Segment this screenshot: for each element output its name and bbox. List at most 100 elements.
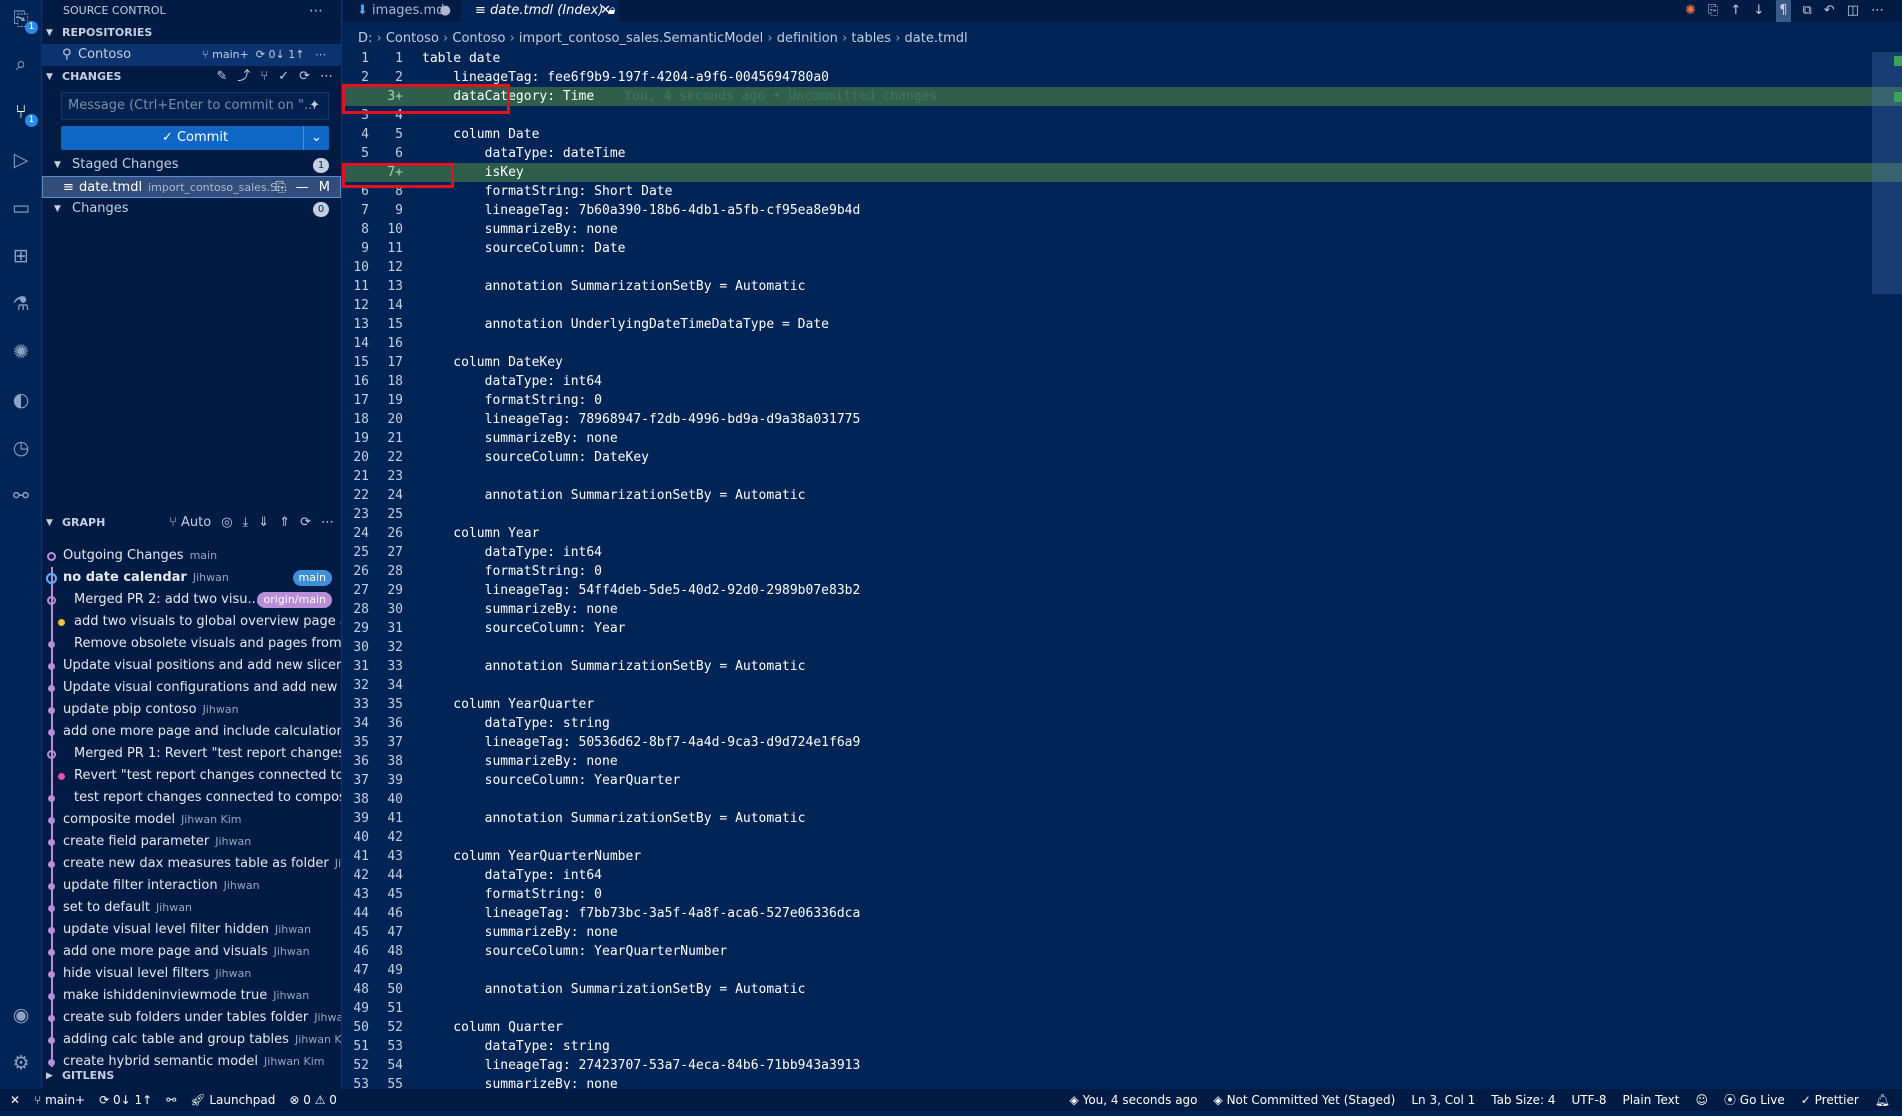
graph-commit-row[interactable]: Revert "test report changes connected to… [42,765,341,787]
remote-icon[interactable]: ✕ [10,1089,20,1111]
code-line[interactable]: 19 21 summarizeBy: none [343,429,1902,448]
tab-size[interactable]: Tab Size: 4 [1491,1089,1555,1111]
graph-commit-row[interactable]: no date calendar Jihwan main [42,567,341,589]
notifications-icon[interactable]: 🔔︎ [1875,1089,1890,1111]
graph-commit-row[interactable]: make ishiddeninviewmode true Jihwan [42,985,341,1007]
copilot-icon[interactable]: ✺ [6,337,36,367]
code-line[interactable]: 48 50 annotation SummarizationSetBy = Aut… [343,980,1902,999]
commit-dropdown-chevron-icon[interactable]: ⌄ [303,126,329,150]
code-line[interactable]: 52 54 lineageTag: 27423707-53a7-4eca-84b6… [343,1056,1902,1075]
code-line[interactable]: 49 51 [343,999,1902,1018]
previous-change-icon[interactable]: ↑ [1730,0,1741,22]
pull-icon[interactable]: ⇓ [258,512,269,534]
code-line[interactable]: 15 17 column DateKey [343,353,1902,372]
open-file-icon[interactable]: ⎘ [275,177,285,199]
breadcrumb-item[interactable]: tables [851,31,891,46]
breadcrumb-item[interactable]: Contoso [386,31,439,46]
code-line[interactable]: 42 44 dataType: int64 [343,866,1902,885]
staged-changes-group[interactable]: ▼ Staged Changes 1 [42,154,341,176]
code-line[interactable]: 25 27 dataType: int64 [343,543,1902,562]
changes-group[interactable]: ▼ Changes 0 [42,198,341,220]
copilot-icon[interactable]: ✺ [1685,0,1696,22]
code-line[interactable]: 47 49 [343,961,1902,980]
more-actions-icon[interactable]: ⋯ [1871,0,1884,22]
more-actions-icon[interactable]: ⋯ [320,66,333,88]
sparkle-icon[interactable]: ✎ [216,66,227,88]
graph-commit-row[interactable]: Remove obsolete visuals and pages from .… [42,633,341,655]
graph-commit-row[interactable]: hide visual level filters Jihwan [42,963,341,985]
whitespace-toggle-icon[interactable]: ¶ [1776,0,1791,22]
code-line[interactable]: 30 32 [343,638,1902,657]
prettier-button[interactable]: ✓ Prettier [1801,1089,1859,1111]
code-line[interactable]: 46 48 sourceColumn: YearQuarterNumber [343,942,1902,961]
search-icon[interactable]: ⌕ [6,49,36,79]
code-line[interactable]: 12 14 [343,296,1902,315]
code-line[interactable]: 24 26 column Year [343,524,1902,543]
gitlens-section-header[interactable]: ▶ GITLENS [42,1065,341,1087]
split-editor-icon[interactable]: ◫ [1847,0,1859,22]
graph-commit-row[interactable]: Merged PR 2: add two visu... origin/main [42,589,341,611]
gitlens-icon[interactable]: ⚯ [166,1089,176,1111]
git-history-icon[interactable]: ◷ [6,433,36,463]
code-line[interactable]: 20 22 sourceColumn: DateKey [343,448,1902,467]
code-line[interactable]: 34 [343,106,1902,125]
code-line[interactable]: 22 24 annotation SummarizationSetBy = Aut… [343,486,1902,505]
source-control-icon[interactable]: ⑂ 1 [6,97,38,127]
code-line[interactable]: 40 42 [343,828,1902,847]
status-blame[interactable]: ◈ You, 4 seconds ago [1070,1089,1198,1111]
refresh-icon[interactable]: ⟳ [300,512,311,534]
breadcrumb-item[interactable]: import_contoso_sales.SemanticModel [519,31,763,46]
code-line[interactable]: 41 43 column YearQuarterNumber [343,847,1902,866]
graph-commit-row[interactable]: composite model Jihwan Kim [42,809,341,831]
code-line[interactable]: 13 15 annotation UnderlyingDateTimeDataTy… [343,315,1902,334]
code-line[interactable]: 68 formatString: Short Date [343,182,1902,201]
repositories-section-header[interactable]: ▼ REPOSITORIES [42,22,341,44]
code-line[interactable]: 1 1 table date [343,49,1902,68]
breadcrumb-item[interactable]: Contoso [452,31,505,46]
gitlens-icon[interactable]: ◐ [6,385,36,415]
language-mode[interactable]: Plain Text [1622,1089,1679,1111]
graph-section-header[interactable]: ▼ GRAPH ⑂ Auto ◎ ⤓ ⇓ ⇑ ⟳ ⋯ [42,512,341,534]
repo-branch[interactable]: ⑂ main+ ⟳ 0↓ 1↑ ⋯ [202,44,326,66]
code-line[interactable]: 37 39 sourceColumn: YearQuarter [343,771,1902,790]
graph-commit-row[interactable]: adding calc table and group tables Jihwan… [42,1029,341,1051]
close-icon[interactable]: ✕ [600,0,611,22]
branch-ref-badge[interactable]: main [292,570,332,586]
graph-commit-row[interactable]: test report changes connected to compos.… [42,787,341,809]
refresh-icon[interactable]: ⟳ [299,66,310,88]
next-change-icon[interactable]: ↓ [1753,0,1764,22]
code-line[interactable]: 28 30 summarizeBy: none [343,600,1902,619]
breadcrumb-item[interactable]: definition [777,31,838,46]
testing-icon[interactable]: ⚗ [6,289,36,319]
graph-commit-row[interactable]: set to default Jihwan [42,897,341,919]
code-line[interactable]: 10 12 [343,258,1902,277]
branch-icon[interactable]: ⑂ [260,66,268,88]
go-back-icon[interactable]: ↶ [1824,0,1835,22]
graph-commit-row[interactable]: create sub folders under tables folder Ji… [42,1007,341,1029]
code-line[interactable]: 8 10 summarizeBy: none [343,220,1902,239]
code-line[interactable]: 44 46 lineageTag: f7bb73bc-3a5f-4a8f-aca6… [343,904,1902,923]
code-line[interactable]: 9 11 sourceColumn: Date [343,239,1902,258]
code-line[interactable]: 17 19 formatString: 0 [343,391,1902,410]
code-line[interactable]: 7 9 lineageTag: 7b60a390-18b6-4db1-a5fb-c… [343,201,1902,220]
code-line[interactable]: 11 13 annotation SummarizationSetBy = Aut… [343,277,1902,296]
push-icon[interactable]: ⇑ [279,512,290,534]
vertical-scrollbar[interactable] [1872,52,1902,294]
run-debug-icon[interactable]: ▷ [6,145,36,175]
graph-commit-row[interactable]: add two visuals to global overview page … [42,611,341,633]
code-line[interactable]: 29 31 sourceColumn: Year [343,619,1902,638]
check-icon[interactable]: ✓ [278,66,289,88]
branch-ref-badge[interactable]: origin/main [257,592,332,608]
encoding[interactable]: UTF-8 [1572,1089,1607,1111]
breadcrumb-item[interactable]: D: [358,31,372,46]
commit-message-input[interactable]: Message (Ctrl+Enter to commit on "... ✦ [61,92,329,120]
breadcrumb-item[interactable]: date.tmdl [905,31,968,46]
launchpad-button[interactable]: 🚀︎ Launchpad [190,1089,275,1111]
remote-explorer-icon[interactable]: ▭ [6,193,36,223]
settings-gear-icon[interactable]: ⚙ [6,1048,36,1078]
code-line[interactable]: 45 47 summarizeBy: none [343,923,1902,942]
graph-commit-row[interactable]: Outgoing Changes main [42,545,341,567]
graph-commit-row[interactable]: update visual level filter hidden Jihwan [42,919,341,941]
status-branch[interactable]: ⑂ main+ [34,1089,85,1111]
code-line[interactable]: 4 5 column Date [343,125,1902,144]
